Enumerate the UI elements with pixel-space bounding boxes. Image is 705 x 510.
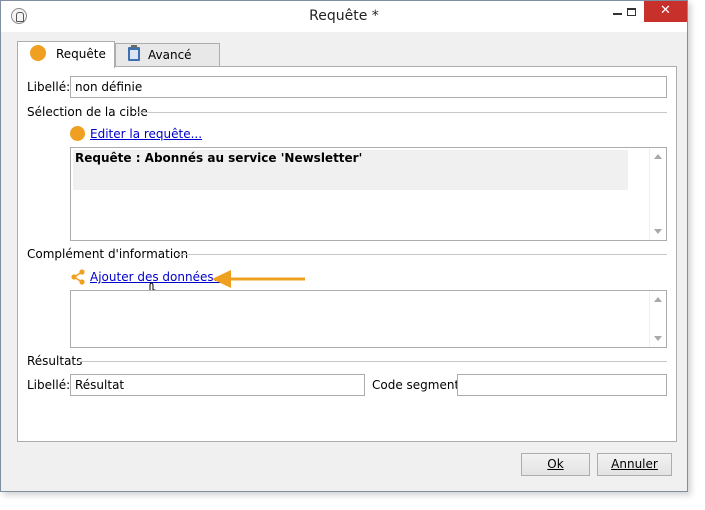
libelle-label: Libellé:: [27, 80, 71, 94]
scroll-up-icon[interactable]: [654, 297, 662, 302]
segment-code-label: Code segment:: [372, 378, 464, 392]
segment-code-input[interactable]: [457, 374, 667, 396]
scroll-down-icon[interactable]: [654, 229, 662, 234]
maximize-icon: [626, 7, 636, 16]
results-libelle-input[interactable]: Résultat: [70, 374, 365, 396]
title-bar[interactable]: Requête * ✕: [1, 1, 687, 32]
tab-requete[interactable]: Requête: [17, 41, 115, 68]
clipboard-icon: [128, 45, 140, 61]
scrollbar[interactable]: [649, 291, 666, 347]
results-libelle-label: Libellé:: [27, 378, 71, 392]
close-button[interactable]: ✕: [644, 1, 687, 22]
complement-section-title: Complément d'information: [27, 247, 189, 261]
scroll-up-icon[interactable]: [654, 154, 662, 159]
query-description-box[interactable]: Requête : Abonnés au service 'Newsletter…: [70, 147, 667, 241]
tab-panel: Libellé: non définie Sélection de la cib…: [17, 66, 677, 442]
orange-circle-icon: [30, 45, 46, 61]
ok-button[interactable]: Ok: [521, 453, 590, 476]
maximize-button[interactable]: [618, 1, 644, 22]
results-section-title: Résultats: [27, 354, 83, 368]
tab-avance[interactable]: Avancé: [115, 43, 220, 67]
scroll-down-icon[interactable]: [654, 336, 662, 341]
dialog-window: Requête * ✕ Requête Avancé Libellé: non …: [0, 0, 688, 492]
window-title: Requête *: [309, 8, 379, 24]
tab-label: Avancé: [148, 48, 192, 62]
tab-label: Requête: [56, 47, 106, 61]
section-divider: [77, 361, 667, 362]
target-section-title: Sélection de la cible: [27, 105, 148, 119]
section-divider: [177, 254, 667, 255]
query-text: Requête : Abonnés au service 'Newsletter…: [73, 150, 628, 190]
edit-query-link[interactable]: Editer la requête...: [90, 127, 202, 141]
scrollbar[interactable]: [649, 148, 666, 240]
libelle-input[interactable]: non définie: [70, 76, 667, 98]
annotation-arrow-icon: [212, 270, 305, 288]
cancel-button-label: Annuler: [611, 457, 658, 471]
cancel-button[interactable]: Annuler: [597, 453, 672, 476]
additional-data-box[interactable]: [70, 290, 667, 348]
section-divider: [135, 112, 667, 113]
share-icon: [71, 269, 85, 285]
query-status-icon: [70, 126, 85, 141]
ok-button-label: Ok: [547, 457, 564, 471]
